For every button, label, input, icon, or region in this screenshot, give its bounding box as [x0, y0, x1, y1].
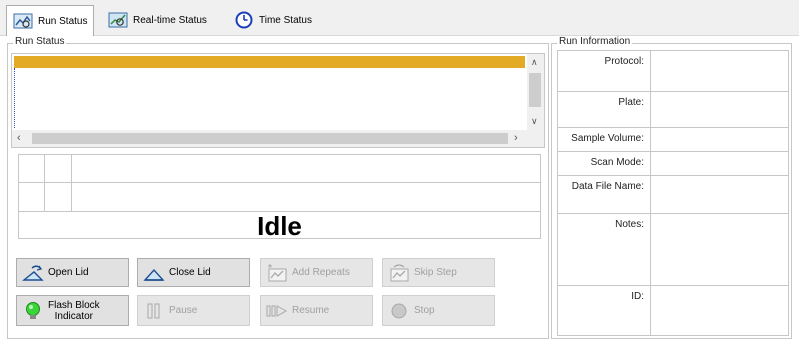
run-state-text: Idle [257, 211, 302, 241]
pause-icon [147, 303, 160, 318]
resume-label: Resume [292, 305, 330, 316]
pause-label: Pause [169, 305, 198, 316]
tab-run-status[interactable]: Run Status [6, 5, 95, 36]
info-row-protocol: Protocol: [558, 51, 788, 92]
add-repeats-button[interactable]: Add Repeats [260, 258, 373, 287]
flash-block-indicator-label: Flash Block Indicator [48, 300, 100, 322]
horizontal-scroll-thumb[interactable] [32, 133, 508, 144]
info-row-notes: Notes: [558, 214, 788, 286]
open-lid-label: Open Lid [48, 267, 89, 278]
tab-realtime-status[interactable]: Real-time Status [102, 7, 213, 33]
step-status-grid: Idle [18, 154, 541, 241]
run-information-group-title: Run Information [557, 36, 633, 47]
scan-mode-label: Scan Mode: [558, 152, 651, 175]
pause-button[interactable]: Pause [137, 295, 250, 326]
run-status-icon [13, 13, 33, 29]
open-lid-button[interactable]: Open Lid [16, 258, 129, 287]
tab-run-status-label: Run Status [38, 15, 88, 27]
focus-indicator [14, 68, 15, 128]
vertical-scroll-thumb[interactable] [529, 73, 541, 107]
grid-divider [44, 155, 45, 211]
realtime-status-icon [108, 12, 128, 28]
plate-label: Plate: [558, 92, 651, 127]
run-status-list[interactable]: ∧ ∨ ‹ › [11, 53, 545, 148]
tab-bar: Run Status Real-time Status Time Status [0, 0, 799, 36]
info-row-data-file-name: Data File Name: [558, 176, 788, 214]
info-row-plate: Plate: [558, 92, 788, 128]
horizontal-scrollbar[interactable]: ‹ › [12, 130, 529, 147]
stop-icon [391, 303, 407, 318]
add-repeats-label: Add Repeats [292, 267, 350, 278]
tab-realtime-status-label: Real-time Status [133, 14, 207, 26]
scroll-down-arrow-icon[interactable]: ∨ [531, 116, 538, 127]
resume-button[interactable]: Resume [260, 295, 373, 326]
selected-list-row[interactable] [14, 56, 525, 68]
scrollbar-corner [527, 130, 544, 147]
info-row-scan-mode: Scan Mode: [558, 152, 788, 176]
tab-time-status[interactable]: Time Status [228, 7, 318, 33]
stop-button[interactable]: Stop [382, 295, 495, 326]
stop-label: Stop [414, 305, 435, 316]
flash-block-indicator-button[interactable]: Flash Block Indicator [16, 295, 129, 326]
resume-icon [266, 304, 288, 317]
skip-step-label: Skip Step [414, 267, 457, 278]
protocol-label: Protocol: [558, 51, 651, 91]
flash-block-label-line1: Flash Block [48, 299, 100, 311]
data-file-name-label: Data File Name: [558, 176, 651, 213]
skip-step-button[interactable]: Skip Step [382, 258, 495, 287]
green-light-bulb-icon [26, 301, 40, 319]
scroll-left-arrow-icon[interactable]: ‹ [17, 132, 21, 144]
tab-content: Run Status ∧ ∨ ‹ › Idle Open Lid Close L… [0, 36, 799, 345]
close-lid-label: Close Lid [169, 267, 211, 278]
tab-time-status-label: Time Status [259, 14, 312, 26]
vertical-scrollbar[interactable]: ∧ ∨ [527, 54, 544, 132]
scroll-up-arrow-icon[interactable]: ∧ [531, 57, 538, 68]
run-status-group-title: Run Status [13, 36, 67, 47]
info-row-id: ID: [558, 286, 788, 335]
open-lid-icon [22, 265, 44, 281]
close-lid-button[interactable]: Close Lid [137, 258, 250, 287]
close-lid-icon [143, 268, 165, 281]
scroll-right-arrow-icon[interactable]: › [514, 132, 518, 144]
sample-volume-label: Sample Volume: [558, 128, 651, 151]
info-row-sample-volume: Sample Volume: [558, 128, 788, 152]
run-information-table: Protocol: Plate: Sample Volume: Scan Mod… [557, 50, 789, 336]
flash-block-label-line2: Indicator [54, 310, 94, 322]
notes-label: Notes: [558, 214, 651, 285]
run-status-group: Run Status ∧ ∨ ‹ › Idle Open Lid Close L… [7, 36, 549, 339]
run-information-group: Run Information Protocol: Plate: Sample … [551, 36, 792, 339]
id-label: ID: [558, 286, 651, 335]
clock-icon [235, 11, 253, 29]
grid-divider [19, 182, 540, 183]
grid-divider [71, 155, 72, 211]
skip-step-icon [390, 263, 409, 281]
add-repeats-icon [268, 263, 287, 281]
